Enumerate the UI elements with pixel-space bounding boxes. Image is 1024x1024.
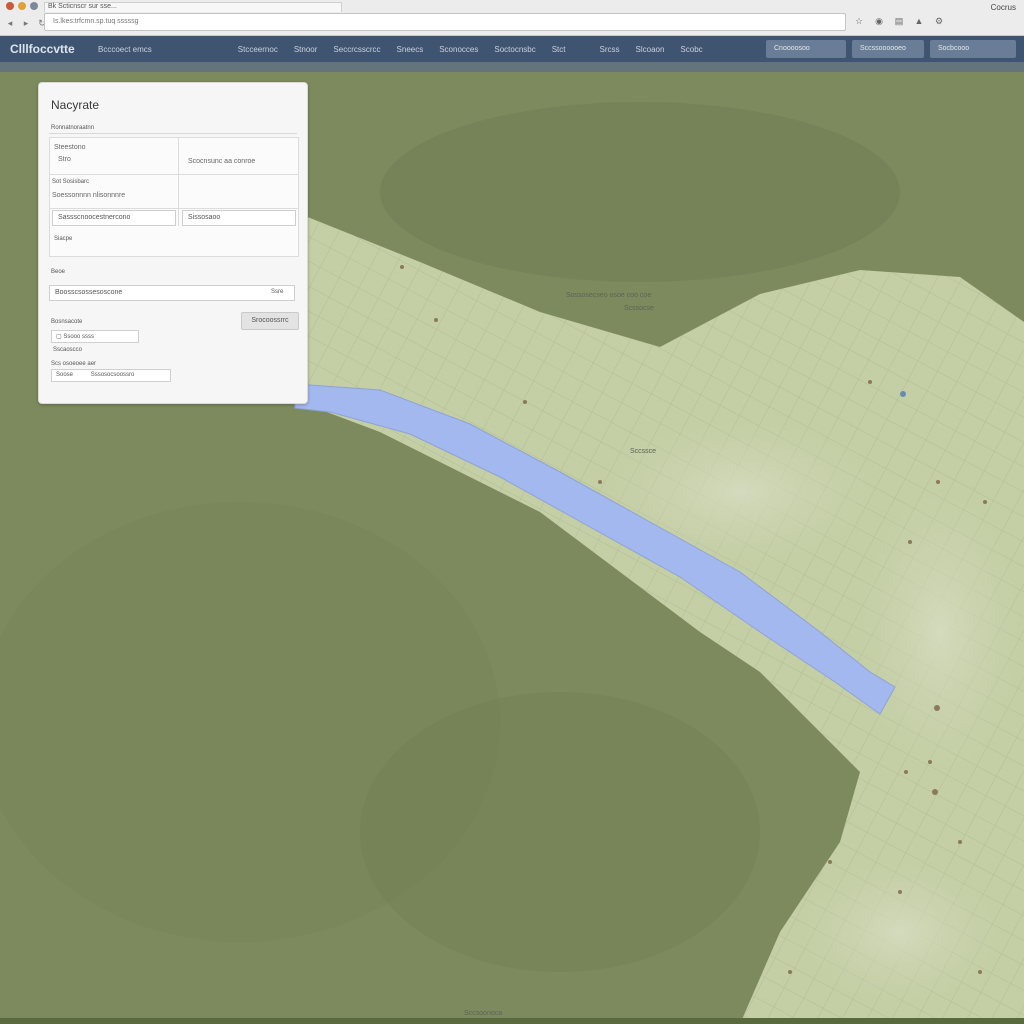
coords-field[interactable]: Soose Sssosocsoossro <box>51 369 171 382</box>
map-label: Scssocse <box>624 305 654 312</box>
section-label: Ronnatnoraatnn <box>51 125 95 131</box>
nav-item[interactable]: Stnoor <box>286 45 326 54</box>
cell-value[interactable]: Scocnsunc aa conroe <box>188 158 255 165</box>
section-label: Bosnsacote <box>51 319 83 325</box>
header-filter-field[interactable]: Sccssoooooeo <box>852 40 924 58</box>
nav-item[interactable]: Soctocnsbc <box>486 45 543 54</box>
row-value: Soessonnnn nlisonnnre <box>52 192 126 199</box>
search-value: Boosscsossesoscone <box>55 289 123 296</box>
extension-icon[interactable]: ◉ <box>872 14 886 28</box>
apply-button[interactable]: Srocoossrrc <box>241 312 299 330</box>
range-input[interactable]: Sassscnoocestnercono <box>52 210 176 226</box>
cell-label: Steestono <box>54 144 86 151</box>
app-header: Clllfoccvtte Bcccoect emcs Stcceernoc St… <box>0 36 1024 62</box>
sub-header-strip <box>0 62 1024 72</box>
header-account-field[interactable]: Socbcooo <box>930 40 1016 58</box>
navigate-panel: Nacyrate Ronnatnoraatnn Steestono Stro S… <box>38 82 308 404</box>
browser-toolbar: Bk Scticnscr sur sse... ◂ ▸ ↻ Is.lkes:tr… <box>0 0 1024 36</box>
nav-item[interactable]: Slcoaon <box>628 45 673 54</box>
browser-close-icon[interactable] <box>6 2 14 10</box>
header-fields: Cnoooosoo Sccssoooooeo Socbcooo <box>766 40 1016 58</box>
caption: Siacpe <box>54 236 73 242</box>
checkbox-label: Ssooo ssss <box>63 334 95 340</box>
panel-title: Nacyrate <box>51 98 100 112</box>
divider <box>50 174 298 175</box>
tab-strip: Bk Scticnscr sur sse... <box>0 0 1024 12</box>
search-action[interactable]: Ssre <box>271 289 283 295</box>
settings-grid: Steestono Stro Scocnsunc aa conroe Sot S… <box>49 137 299 257</box>
checkbox-field[interactable]: ▢ Ssooo ssss <box>51 330 139 343</box>
nav-item[interactable]: Sconocces <box>431 45 486 54</box>
map-label: Sccssce <box>630 448 657 455</box>
nav-item[interactable]: Srcss <box>592 45 628 54</box>
forward-icon[interactable]: ▸ <box>20 17 32 29</box>
nav-item[interactable]: Scobc <box>672 45 710 54</box>
app-nav: Bcccoect emcs Stcceernoc Stnoor Seccrcss… <box>90 45 711 54</box>
divider <box>178 138 179 226</box>
checkbox-icon[interactable]: ▢ <box>56 334 62 340</box>
share-icon[interactable]: ▲ <box>912 14 926 28</box>
brand-subtitle: Bcccoect emcs <box>98 44 152 54</box>
bottom-strip <box>0 1018 1024 1024</box>
reader-icon[interactable]: ▤ <box>892 14 906 28</box>
settings-icon[interactable]: ⚙ <box>932 14 946 28</box>
divider <box>50 208 298 209</box>
row-label: Sot Sosisbarc <box>52 179 90 185</box>
range-input[interactable]: Sissosaoo <box>182 210 296 226</box>
nav-item[interactable]: Sneecs <box>389 45 432 54</box>
browser-toolbar-icons: ☆ ◉ ▤ ▲ ⚙ <box>852 14 946 28</box>
address-bar[interactable]: Is.lkes:trfcmn.sp.tuq sssssg <box>44 13 846 31</box>
meta-label: Sscaoscco <box>53 347 83 353</box>
browser-minimize-icon[interactable] <box>18 2 26 10</box>
divider <box>49 133 297 134</box>
cell-value[interactable]: Stro <box>58 156 71 163</box>
search-input[interactable]: Boosscsossesoscone <box>49 285 295 301</box>
range-end: Sssosocsoossro <box>90 372 135 378</box>
tab-title: Bk Scticnscr sur sse... <box>48 2 117 10</box>
browser-maximize-icon[interactable] <box>30 2 38 10</box>
nav-item[interactable]: Seccrcsscrcc <box>325 45 388 54</box>
app-logo[interactable]: Clllfoccvtte <box>10 42 90 56</box>
profile-label[interactable]: Cocrus <box>991 3 1016 12</box>
back-icon[interactable]: ◂ <box>4 17 16 29</box>
coords-label: Scs osoeoee aer <box>51 361 97 367</box>
nav-item[interactable]: Stcceernoc <box>230 45 286 54</box>
header-search-field[interactable]: Cnoooosoo <box>766 40 846 58</box>
bookmark-icon[interactable]: ☆ <box>852 14 866 28</box>
range-start: Soose <box>56 372 74 378</box>
section-label: Beoe <box>51 269 66 275</box>
nav-item[interactable]: Stct <box>544 45 574 54</box>
map-footer-label: Sccsoonoca <box>464 1010 503 1017</box>
map-label: Sossosecseo osoe coo coe <box>566 292 652 299</box>
